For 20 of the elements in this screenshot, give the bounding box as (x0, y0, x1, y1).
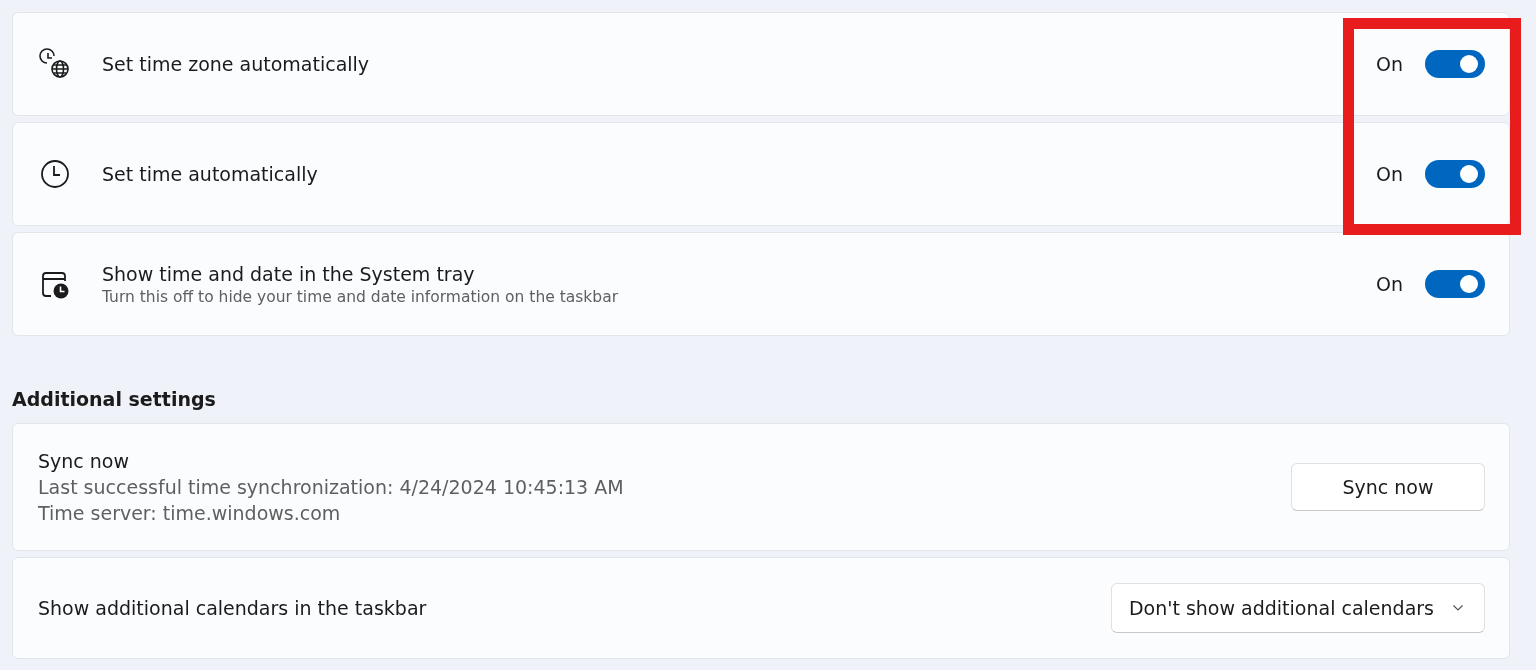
toggle-switch[interactable] (1425, 270, 1485, 298)
setting-title: Show additional calendars in the taskbar (38, 597, 428, 619)
section-heading: Additional settings (12, 388, 217, 410)
toggle-state-label: On (1376, 273, 1403, 295)
sync-now-button[interactable]: Sync now (1291, 463, 1485, 511)
calendar-dropdown[interactable]: Don't show additional calendars (1110, 583, 1485, 633)
sync-info-text: Time server: time.windows.com (38, 502, 342, 524)
setting-title: Set time zone automatically (102, 53, 371, 75)
toggle-switch[interactable] (1425, 160, 1485, 188)
clock-icon (39, 158, 71, 190)
setting-title: Set time automatically (102, 163, 319, 185)
setting-description: Turn this off to hide your time and date information on the taskbar (102, 287, 620, 306)
setting-title: Show time and date in the System tray (102, 262, 476, 285)
clock-globe-icon (39, 48, 71, 80)
toggle-switch[interactable] (1425, 50, 1485, 78)
toggle-state-label: On (1376, 163, 1403, 185)
toggle-state-label: On (1376, 53, 1403, 75)
chevron-down-icon (1452, 604, 1464, 612)
sync-info-text: Last successful time synchronization: 4/24/2024 10:45:13 AM (38, 476, 625, 498)
setting-title: Sync now (38, 450, 131, 472)
